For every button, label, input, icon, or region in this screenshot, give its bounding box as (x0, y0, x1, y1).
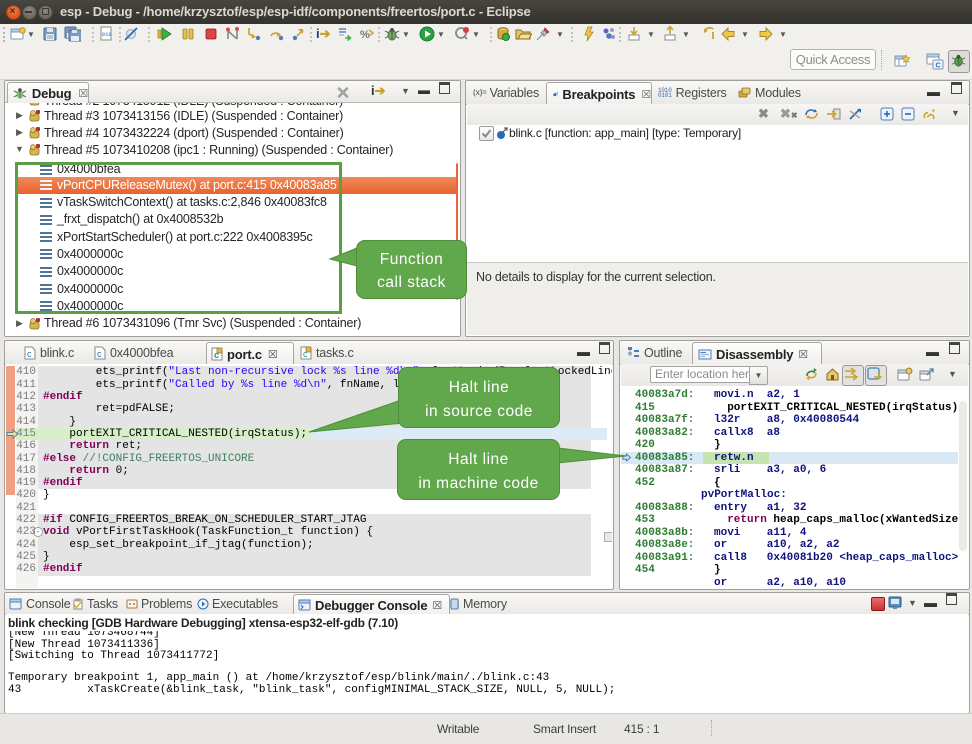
svg-text:c: c (27, 349, 32, 359)
svg-text:010: 010 (102, 31, 112, 38)
svg-text:%: % (360, 29, 370, 41)
svg-text:c: c (97, 349, 102, 359)
svg-text:C: C (936, 63, 941, 70)
